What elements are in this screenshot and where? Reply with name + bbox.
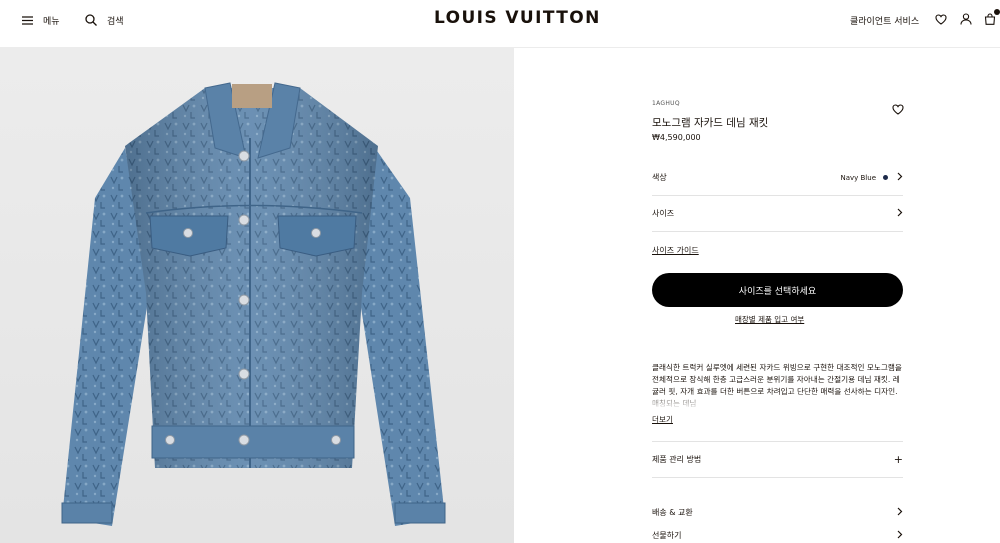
color-selector[interactable]: 색상 Navy Blue [652,160,903,196]
store-stock-link[interactable]: 매장별 제품 입고 여부 [735,314,804,325]
size-label: 사이즈 [652,209,675,218]
denim-jacket-image [61,82,446,526]
heart-icon[interactable] [892,100,904,119]
search-icon [85,14,97,26]
select-size-button[interactable]: 사이즈를 선택하세요 [652,273,903,307]
product-image[interactable] [0,48,514,543]
gift-link[interactable]: 선물하기 [652,527,903,543]
size-guide-link[interactable]: 사이즈 가이드 [652,245,699,256]
user-icon[interactable] [959,12,973,26]
shipping-link[interactable]: 배송 & 교환 [652,504,903,520]
search-label: 검색 [107,16,124,27]
care-accordion[interactable]: 제품 관리 방법 + [652,441,903,478]
product-name: 모노그램 자카드 데님 재킷 [652,117,769,129]
hamburger-icon [22,15,33,25]
site-header: 메뉴 검색 LOUIS VUITTON 클라이언트 서비스 [0,0,1000,48]
shipping-label: 배송 & 교환 [652,507,693,517]
heart-icon[interactable] [934,12,948,26]
product-description: 클래식한 트럭커 실루엣에 세련된 자카드 위빙으로 구현한 대조적인 모노그램… [652,363,903,410]
shopping-bag-icon[interactable] [983,9,1000,26]
plus-icon: + [893,453,903,466]
gift-label: 선물하기 [652,530,682,540]
client-service-link[interactable]: 클라이언트 서비스 [850,12,919,28]
menu-label: 메뉴 [43,16,60,27]
color-label: 색상 [652,173,667,182]
read-more-link[interactable]: 더보기 [652,414,673,425]
brand-logo[interactable]: LOUIS VUITTON [434,8,601,28]
menu-button[interactable]: 메뉴 [22,12,60,28]
chevron-right-icon [897,507,903,518]
chevron-right-icon [897,172,903,183]
product-details: 1AGHUQ 모노그램 자카드 데님 재킷 ₩4,590,000 색상 Navy… [652,48,904,543]
search-button[interactable]: 검색 [85,12,124,28]
bag-count-badge [994,9,1000,15]
color-swatch [883,175,888,180]
color-value: Navy Blue [840,173,876,182]
product-price: ₩4,590,000 [652,133,701,142]
chevron-right-icon [897,530,903,541]
product-sku: 1AGHUQ [652,100,680,107]
chevron-right-icon [897,208,903,219]
size-selector[interactable]: 사이즈 [652,196,903,232]
care-label: 제품 관리 방법 [652,455,702,464]
